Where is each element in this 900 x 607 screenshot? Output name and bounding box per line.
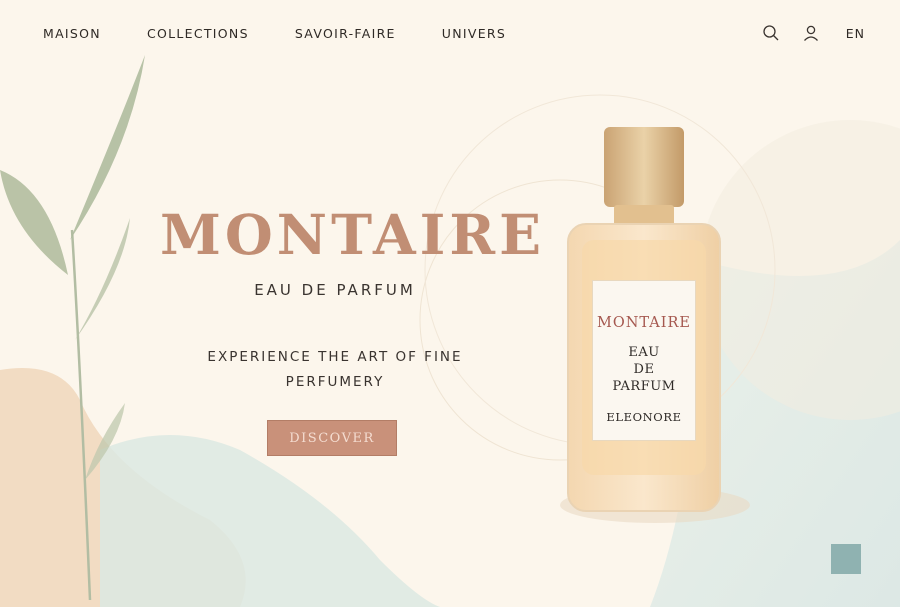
language-selector[interactable]: EN [846, 26, 865, 41]
tagline: EXPERIENCE THE ART OF FINE PERFUMERY [190, 345, 480, 395]
label-fragrance-name: ELEONORE [606, 410, 682, 424]
label-product-type: EAU DE PARFUM [593, 344, 695, 395]
color-swatch[interactable] [831, 544, 861, 574]
background-art [0, 0, 900, 607]
main-nav: MAISON COLLECTIONS SAVOIR-FAIRE UNIVERS [43, 26, 506, 42]
label-brand: MONTAIRE [596, 315, 691, 331]
discover-button[interactable]: DISCOVER [267, 420, 397, 456]
nav-item-univers[interactable]: UNIVERS [442, 26, 506, 42]
user-icon[interactable] [802, 24, 820, 42]
bottle-label: MONTAIRE EAU DE PARFUM ELEONORE [592, 280, 696, 441]
tagline-line-2: PERFUMERY [285, 374, 385, 390]
product-subtitle: EAU DE PARFUM [254, 281, 416, 299]
hero-section: MONTAIRE EAU DE PARFUM [160, 200, 546, 300]
nav-item-savoir-faire[interactable]: SAVOIR-FAIRE [295, 26, 396, 42]
nav-item-maison[interactable]: MAISON [43, 26, 101, 42]
label-line-1: EAU [628, 345, 660, 360]
brand-title: MONTAIRE [160, 202, 546, 267]
search-icon[interactable] [762, 24, 780, 42]
label-line-2: DE [633, 362, 655, 377]
label-line-3: PARFUM [612, 379, 676, 394]
tagline-line-1: EXPERIENCE THE ART OF FINE [207, 349, 463, 365]
nav-item-collections[interactable]: COLLECTIONS [147, 26, 249, 42]
utility-bar: EN [762, 24, 865, 42]
